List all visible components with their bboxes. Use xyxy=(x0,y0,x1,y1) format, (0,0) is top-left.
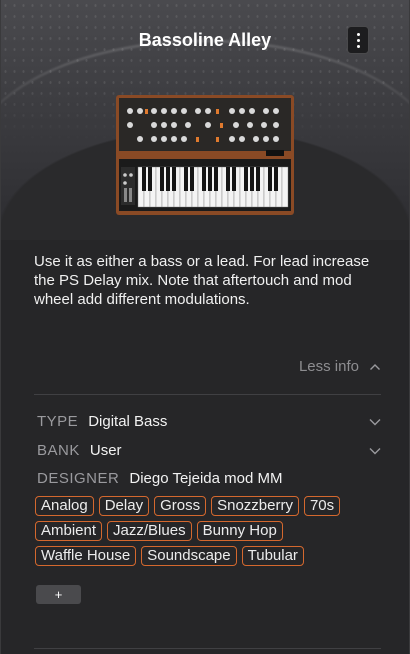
tag-chip[interactable]: Ambient xyxy=(35,521,103,541)
preset-header: Bassoline Alley xyxy=(1,0,409,240)
preset-info-panel: Bassoline Alley Use it as either a bass … xyxy=(0,0,410,654)
tag-chip[interactable]: Jazz/Blues xyxy=(107,521,192,541)
tag-chip[interactable]: Soundscape xyxy=(141,546,237,566)
chevron-down-icon xyxy=(369,418,381,425)
divider xyxy=(34,394,381,395)
type-label: TYPE xyxy=(37,413,79,430)
more-options-button[interactable] xyxy=(347,26,369,54)
tag-chip[interactable]: Analog xyxy=(35,496,94,516)
divider xyxy=(34,648,381,649)
less-info-toggle[interactable]: Less info xyxy=(299,358,381,375)
tag-chip[interactable]: Gross xyxy=(154,496,207,516)
designer-label: DESIGNER xyxy=(37,470,120,487)
add-tag-button[interactable]: + xyxy=(36,585,81,604)
chevron-up-icon xyxy=(370,363,380,370)
chevron-down-icon xyxy=(369,447,381,454)
tag-chip[interactable]: Delay xyxy=(98,496,150,516)
kebab-menu-icon xyxy=(356,32,360,36)
designer-value: Diego Tejeida mod MM xyxy=(129,470,283,487)
tag-chip[interactable]: Waffle House xyxy=(35,546,137,566)
tag-list: Analog Delay Gross Snozzberry 70s Ambien… xyxy=(35,496,385,566)
less-info-label: Less info xyxy=(298,358,359,375)
tag-chip[interactable]: Tubular xyxy=(241,546,304,566)
type-value: Digital Bass xyxy=(88,413,168,430)
preset-description: Use it as either a bass or a lead. For l… xyxy=(34,253,370,308)
synth-thumbnail xyxy=(116,95,294,215)
tag-chip[interactable]: Bunny Hop xyxy=(196,521,283,541)
tag-chip[interactable]: Snozzberry xyxy=(211,496,299,516)
designer-field: DESIGNER Diego Tejeida mod MM xyxy=(37,470,381,487)
bank-value: User xyxy=(89,442,122,459)
type-field[interactable]: TYPE Digital Bass xyxy=(37,413,381,430)
tag-chip[interactable]: 70s xyxy=(303,496,341,516)
bank-field[interactable]: BANK User xyxy=(37,442,381,459)
bank-label: BANK xyxy=(37,442,80,459)
